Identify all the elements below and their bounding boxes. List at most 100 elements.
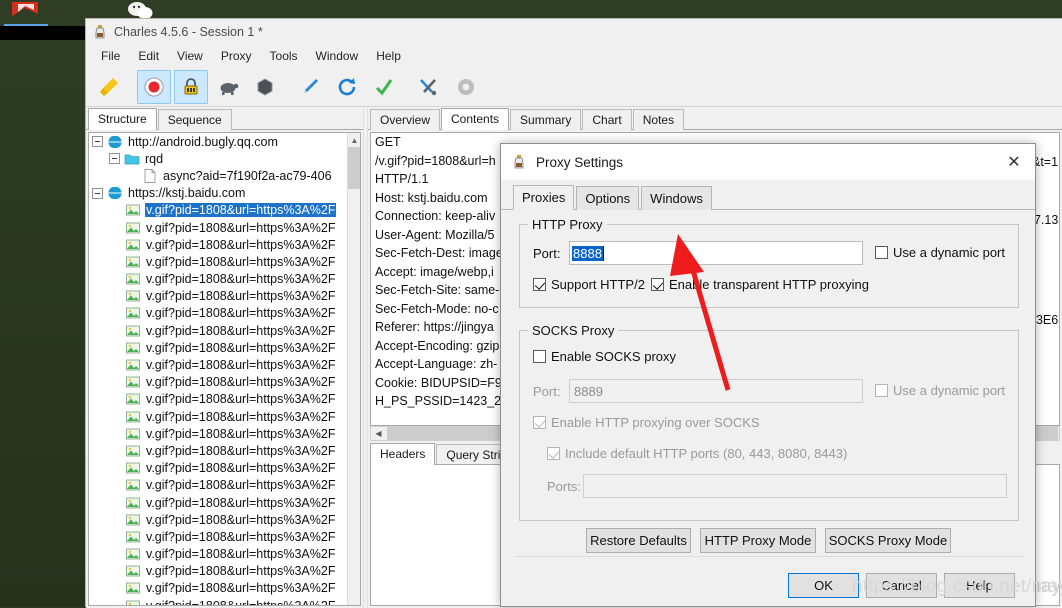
tree-row[interactable]: v.gif?pid=1808&url=https%3A%2F [89, 219, 347, 236]
image-icon [125, 271, 141, 287]
left-tabstrip[interactable]: Structure Sequence [86, 108, 363, 130]
support-http2-checkbox[interactable]: Support HTTP/2 [533, 277, 645, 292]
tree-row[interactable]: v.gif?pid=1808&url=https%3A%2F [89, 322, 347, 339]
http-dynamic-port-checkbox[interactable]: Use a dynamic port [875, 245, 1005, 260]
include-default-ports-label: Include default HTTP ports (80, 443, 808… [565, 446, 848, 461]
ok-button[interactable]: OK [788, 573, 859, 598]
socks-port-input[interactable]: 8889 [569, 379, 863, 403]
tree-row[interactable]: v.gif?pid=1808&url=https%3A%2F [89, 305, 347, 322]
throttle-turtle-icon[interactable] [211, 70, 245, 104]
watermark-overlay: https://blog.csdn.net/mayun2013 [852, 576, 1062, 597]
image-icon [125, 512, 141, 528]
scroll-left-icon[interactable]: ◀ [371, 429, 386, 438]
tree-row[interactable]: v.gif?pid=1808&url=https%3A%2F [89, 391, 347, 408]
tree-row[interactable]: v.gif?pid=1808&url=https%3A%2F [89, 563, 347, 580]
tree-row[interactable]: rqd [89, 150, 347, 167]
tools-icon[interactable] [412, 70, 446, 104]
menu-proxy[interactable]: Proxy [212, 47, 261, 65]
tree-row[interactable]: v.gif?pid=1808&url=https%3A%2F [89, 546, 347, 563]
validate-check-icon[interactable] [367, 70, 401, 104]
tree-row[interactable]: v.gif?pid=1808&url=https%3A%2F [89, 425, 347, 442]
dialog-tabstrip[interactable]: Proxies Options Windows [501, 185, 1035, 210]
http-proxy-mode-button[interactable]: HTTP Proxy Mode [700, 528, 816, 553]
tree-row[interactable]: v.gif?pid=1808&url=https%3A%2F [89, 288, 347, 305]
tree-row[interactable]: v.gif?pid=1808&url=https%3A%2F [89, 580, 347, 597]
tab-options[interactable]: Options [576, 186, 640, 210]
tab-chart[interactable]: Chart [582, 109, 632, 130]
include-default-ports-checkbox[interactable]: Include default HTTP ports (80, 443, 808… [547, 446, 847, 461]
tree-row[interactable]: https://kstj.baidu.com [89, 185, 347, 202]
tab-summary[interactable]: Summary [510, 109, 582, 130]
tab-notes[interactable]: Notes [632, 109, 685, 130]
tab-headers[interactable]: Headers [370, 443, 436, 465]
tree-row[interactable]: v.gif?pid=1808&url=https%3A%2F [89, 528, 347, 545]
menu-help[interactable]: Help [367, 47, 410, 65]
image-icon [125, 426, 141, 442]
toolbar[interactable] [86, 67, 1062, 107]
right-tabstrip[interactable]: Overview Contents Summary Chart Notes [368, 108, 1062, 130]
tree-row[interactable]: v.gif?pid=1808&url=https%3A%2F [89, 236, 347, 253]
tab-windows[interactable]: Windows [641, 186, 712, 210]
tree-row[interactable]: v.gif?pid=1808&url=https%3A%2F [89, 477, 347, 494]
tree-row[interactable]: async?aid=7f190f2a-ac79-406 [89, 167, 347, 184]
repeat-icon[interactable] [330, 70, 364, 104]
red-arrow-app-icon[interactable] [8, 0, 44, 22]
socks-proxy-mode-button[interactable]: SOCKS Proxy Mode [825, 528, 951, 553]
compose-pen-icon[interactable] [293, 70, 327, 104]
http-proxy-group: HTTP Proxy Port: 8888 Use a dynamic port… [519, 217, 1019, 308]
tab-proxies[interactable]: Proxies [513, 185, 575, 210]
scroll-up-icon[interactable]: ▲ [348, 133, 360, 147]
tree-row[interactable]: v.gif?pid=1808&url=https%3A%2F [89, 339, 347, 356]
menu-bar[interactable]: File Edit View Proxy Tools Window Help [86, 45, 1062, 67]
tree-row[interactable]: v.gif?pid=1808&url=https%3A%2F [89, 374, 347, 391]
tab-contents[interactable]: Contents [441, 108, 510, 130]
clear-icon[interactable] [92, 70, 126, 104]
record-icon[interactable] [137, 69, 171, 104]
session-tree[interactable]: http://android.bugly.qq.com rqd async?aid=… [88, 132, 361, 606]
expand-collapse-icon[interactable] [92, 136, 103, 148]
tree-row[interactable]: v.gif?pid=1808&url=https%3A%2F [89, 460, 347, 477]
menu-edit[interactable]: Edit [129, 47, 168, 65]
tree-row[interactable]: v.gif?pid=1808&url=https%3A%2F [89, 271, 347, 288]
tree-row[interactable]: v.gif?pid=1808&url=https%3A%2F [89, 202, 347, 219]
socks-dynamic-port-checkbox[interactable]: Use a dynamic port [875, 383, 1005, 398]
tree-row[interactable]: v.gif?pid=1808&url=https%3A%2F [89, 442, 347, 459]
tree-row[interactable]: v.gif?pid=1808&url=https%3A%2F [89, 253, 347, 270]
transparent-proxying-checkbox[interactable]: Enable transparent HTTP proxying [651, 277, 869, 292]
breakpoint-icon[interactable] [248, 70, 282, 104]
http-over-socks-checkbox[interactable]: Enable HTTP proxying over SOCKS [533, 415, 760, 430]
tree-row[interactable]: v.gif?pid=1808&url=https%3A%2F [89, 356, 347, 373]
socks-ports-input[interactable] [583, 474, 1007, 498]
restore-defaults-button[interactable]: Restore Defaults [586, 528, 691, 553]
close-icon[interactable]: ✕ [999, 147, 1029, 177]
image-icon [125, 340, 141, 356]
tab-structure[interactable]: Structure [88, 108, 157, 130]
session-tree-rows[interactable]: http://android.bugly.qq.com rqd async?aid=… [89, 133, 347, 605]
tree-row-label: v.gif?pid=1808&url=https%3A%2F [146, 237, 336, 252]
image-icon [125, 409, 141, 425]
enable-socks-checkbox[interactable]: Enable SOCKS proxy [533, 349, 676, 364]
tree-row[interactable]: http://android.bugly.qq.com [89, 133, 347, 150]
image-icon [125, 254, 141, 270]
menu-window[interactable]: Window [307, 47, 368, 65]
tree-row[interactable]: v.gif?pid=1808&url=https%3A%2F [89, 408, 347, 425]
checkbox-checked-icon [533, 416, 546, 429]
http-port-input[interactable]: 8888 [569, 241, 863, 265]
settings-gear-icon[interactable] [449, 70, 483, 104]
menu-view[interactable]: View [168, 47, 212, 65]
tree-row[interactable]: v.gif?pid=1808&url=https%3A%2F [89, 494, 347, 511]
tree-scroll-thumb[interactable] [348, 147, 360, 189]
tree-row[interactable]: v.gif?pid=1808&url=https%3A%2F [89, 597, 347, 605]
tree-row[interactable]: v.gif?pid=1808&url=https%3A%2F [89, 511, 347, 528]
expand-collapse-icon[interactable] [109, 153, 120, 165]
ssl-proxying-icon[interactable] [174, 69, 208, 104]
file-icon [142, 168, 158, 184]
expand-collapse-icon[interactable] [92, 187, 103, 199]
tab-overview[interactable]: Overview [370, 109, 441, 130]
menu-file[interactable]: File [92, 47, 129, 65]
globe-icon [105, 185, 125, 201]
tree-row-label: v.gif?pid=1808&url=https%3A%2F [146, 495, 336, 510]
menu-tools[interactable]: Tools [261, 47, 307, 65]
tab-sequence[interactable]: Sequence [157, 109, 232, 130]
tree-vertical-scrollbar[interactable]: ▲ [347, 133, 360, 605]
